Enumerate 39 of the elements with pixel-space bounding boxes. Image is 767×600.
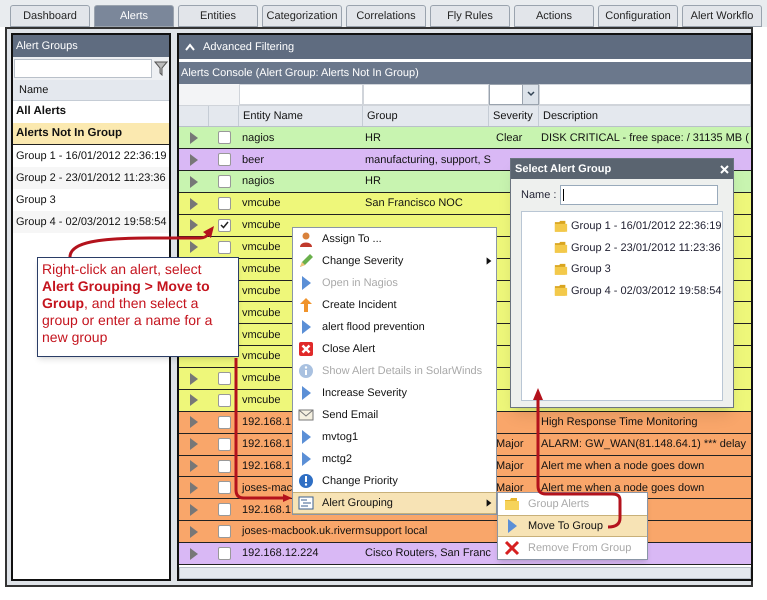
table-cell: Alert me when a node goes down [541, 482, 704, 494]
table-cell: High Response Time Monitoring [541, 416, 698, 428]
table-cell: 192.168.1 [242, 460, 291, 472]
table-cell: Major [496, 482, 524, 494]
table-cell: vmcube [242, 284, 281, 297]
table-cell: Major [496, 438, 524, 450]
table-cell: vmcube [242, 306, 281, 319]
table-cell: support local [365, 525, 428, 538]
table-cell: Major [496, 460, 524, 472]
table-cell: 192.168.1 [242, 416, 291, 428]
table-cell: 192.168.1 [242, 504, 291, 516]
panel-title: Alert Groups [13, 35, 169, 57]
table-cell: joses-mac [242, 482, 292, 494]
table-cell: joses-macbook.uk.riverm [242, 525, 364, 538]
table-cell: HR [365, 175, 381, 188]
table-cell: 192.168.12.224 [242, 547, 318, 560]
table-cell: nagios [242, 132, 274, 144]
table-cell: vmcube [242, 262, 281, 275]
table-cell: vmcube [242, 197, 281, 210]
table-cell: Cisco Routers, San Franc [365, 547, 491, 560]
table-cell: vmcube [242, 219, 281, 232]
table-cell: nagios [242, 175, 274, 188]
panel-title: Advanced Filtering [203, 40, 294, 55]
table-cell: Clear [496, 132, 522, 144]
table-cell: San Francisco NOC [365, 197, 463, 210]
table-cell: vmcube [242, 241, 281, 254]
table-cell: ALARM: GW_WAN(81.148.64.1) *** delay [541, 438, 746, 450]
table-cell: DISK CRITICAL - free space: / 31135 MB ( [541, 132, 749, 144]
table-cell: Alert me when a node goes down [541, 460, 704, 472]
table-cell: vmcube [242, 350, 281, 362]
console-title: Alerts Console (Alert Group: Alerts Not In Group) [179, 62, 751, 84]
table-cell: beer [242, 154, 264, 166]
table-cell: manufacturing, support, S [365, 154, 491, 166]
callout-note: Right-click an alert, select Alert Grouping > Move to Group, and then select a group or enter a name for a new group [37, 257, 239, 357]
table-cell: vmcube [242, 372, 281, 384]
table-cell: 192.168.1 [242, 438, 291, 450]
table-cell: vmcube [242, 328, 281, 341]
table-cell: HR [365, 132, 381, 144]
table-cell: vmcube [242, 394, 281, 406]
